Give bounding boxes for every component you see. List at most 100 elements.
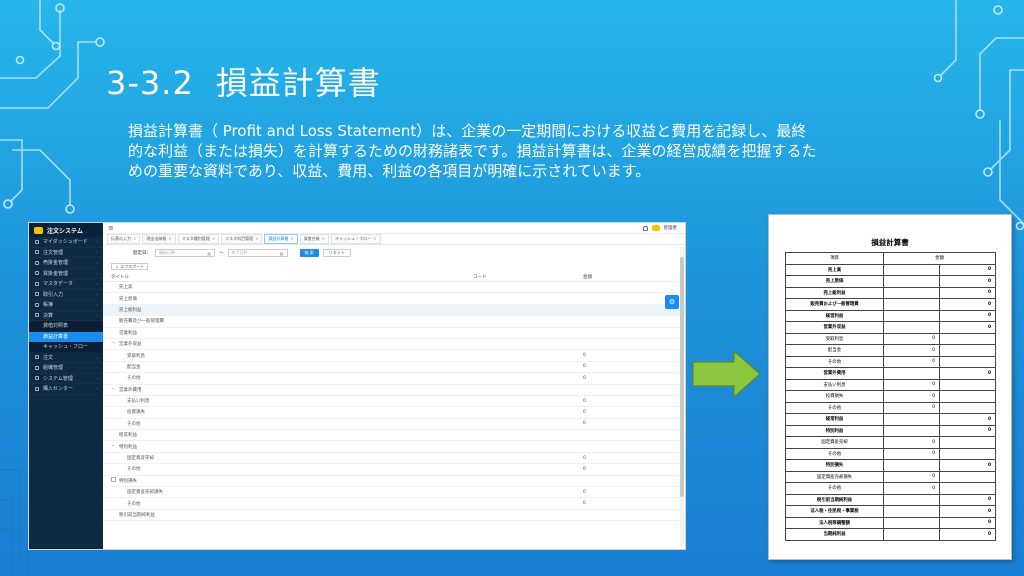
collapse-icon[interactable]: − <box>111 443 115 449</box>
table-row[interactable]: 固定資産売却損失 0 <box>103 487 685 499</box>
menu-icon <box>35 292 39 297</box>
checkbox[interactable] <box>111 476 116 482</box>
table-row[interactable]: 営業利益 <box>103 328 685 339</box>
close-icon[interactable]: × <box>133 236 136 241</box>
row-title: 特別損失 <box>119 478 137 484</box>
statement-total-amount <box>938 436 997 449</box>
table-row[interactable]: 投資損失 0 <box>103 407 685 419</box>
close-icon[interactable]: × <box>322 236 325 241</box>
sidebar-item[interactable]: 取引入力 › <box>29 290 103 301</box>
statement-row: 営業外収益 0 <box>785 321 997 334</box>
row-title-cell: − 特別利益 <box>103 443 473 450</box>
row-title-cell: 固定資産売却損失 <box>103 489 473 495</box>
tab-item[interactable]: キャッシュ・フロー × <box>331 234 381 244</box>
settings-fab[interactable]: ⚙ <box>665 295 679 309</box>
close-icon[interactable]: × <box>255 236 258 241</box>
close-icon[interactable]: × <box>168 236 171 241</box>
statement-row: 法人税・住民税・事業税 0 <box>785 505 997 518</box>
search-button[interactable]: 検 索 <box>299 249 319 257</box>
table-row[interactable]: 売上総利益 <box>103 304 685 317</box>
close-icon[interactable]: × <box>373 236 376 241</box>
statement-total-amount <box>938 355 997 368</box>
table-row[interactable]: その他 0 <box>103 498 685 510</box>
reset-button[interactable]: リセット <box>322 249 351 257</box>
statement-item-label: 支払い利息 <box>785 378 884 391</box>
sidebar-item[interactable]: 帳簿 › <box>29 300 103 311</box>
table-row[interactable]: 売上高 <box>103 282 685 294</box>
table-row[interactable]: 特別損失 <box>103 476 685 488</box>
row-title: 税引前当期純利益 <box>119 513 155 518</box>
collapse-icon[interactable]: − <box>111 340 115 346</box>
tab-item[interactable]: 伝票の入力 × <box>107 234 141 244</box>
tab-item[interactable]: マスタ種別管理 × <box>177 234 220 244</box>
avatar[interactable] <box>651 225 660 231</box>
statement-title: 損益計算書 <box>871 238 909 247</box>
table-row[interactable]: − 営業外収益 <box>103 339 685 351</box>
sidebar-item[interactable]: 注文管理 › <box>29 248 103 259</box>
statement-item-label: 経営利益 <box>785 309 884 322</box>
statement-total-amount <box>938 401 997 414</box>
end-date-placeholder: 終了日時 <box>231 250 248 255</box>
sidebar-item[interactable]: 購入センター › <box>29 384 103 395</box>
table-row[interactable]: 税引前当期純利益 <box>103 510 685 522</box>
column-amount[interactable]: 金額 <box>583 274 663 280</box>
table-row[interactable]: 経常利益 <box>103 430 685 442</box>
tab-item[interactable]: 損益計算書 × <box>264 234 298 244</box>
row-title-cell: 販売費及び一般管理費 <box>103 318 473 324</box>
hamburger-menu-icon[interactable]: ≡ <box>108 224 114 232</box>
table-row[interactable]: − 特別利益 <box>103 441 685 453</box>
row-title-cell: − 営業外収益 <box>103 340 473 347</box>
sidebar-item[interactable]: 組織管理 › <box>29 363 103 374</box>
statement-total-amount: 0 <box>938 493 997 506</box>
sidebar-item[interactable]: 注文 › <box>29 353 103 364</box>
statement-total-amount: 0 <box>938 321 997 334</box>
table-row[interactable]: 販売費及び一般管理費 <box>103 316 685 328</box>
statement-table: 項目 金額 売上高 0 売上原価 0 売上総利益 0 販売費および一般管理費 0 経営利益 0 営業… <box>785 252 997 541</box>
chevron-icon: › <box>96 302 98 308</box>
notification-icon[interactable] <box>642 225 648 231</box>
tab-item[interactable]: マスタ科目管理 × <box>221 234 263 244</box>
table-row[interactable]: 固定資産売却 0 <box>103 453 685 465</box>
sidebar-item[interactable]: 買掛金管理 › <box>29 269 103 280</box>
sidebar-item[interactable]: マスタデータ › <box>29 279 103 290</box>
sidebar-item[interactable]: マイダッシュボード › <box>29 237 103 248</box>
sidebar-item[interactable]: キャッシュ・フロー <box>29 342 103 353</box>
column-code[interactable]: コード <box>473 274 583 280</box>
statement-row: 受取利息 0 <box>785 332 997 345</box>
tab-item[interactable]: 現金出納帳 × <box>142 234 176 244</box>
collapse-icon[interactable]: − <box>111 386 115 392</box>
table-row[interactable]: 支払い利息 0 <box>103 396 685 408</box>
chevron-icon: › <box>96 375 98 381</box>
table-row[interactable]: その他 0 <box>103 419 685 431</box>
table-row[interactable]: その他 0 <box>103 464 685 476</box>
tab-item[interactable]: 資産台帳 × <box>299 234 330 244</box>
end-date-input[interactable]: 終了日時 ▦ <box>227 249 288 257</box>
table-row[interactable]: 受取利息 0 <box>103 350 685 362</box>
table-row[interactable]: 売上原価 <box>103 293 685 305</box>
export-row: ⇩ エクスポート <box>103 261 685 272</box>
app-logo[interactable]: 注文システム <box>29 223 103 237</box>
start-date-input[interactable]: 開始日時 ▦ <box>155 249 215 257</box>
chevron-icon: › <box>96 354 98 360</box>
column-title[interactable]: タイトル <box>103 274 473 280</box>
sidebar-item[interactable]: 売掛金管理 › <box>29 258 103 269</box>
sidebar-item[interactable]: 決算 › <box>29 311 103 322</box>
table-row[interactable]: − 営業外費用 <box>103 385 685 396</box>
sidebar-item[interactable]: システム管理 › <box>29 374 103 385</box>
user-name[interactable]: 管理者 <box>664 225 678 231</box>
statement-item-label: 法人税等調整額 <box>785 516 884 529</box>
sidebar-item-label: 取引入力 <box>43 291 64 298</box>
calendar-icon: ▦ <box>279 250 284 256</box>
scrollbar[interactable] <box>680 247 684 547</box>
close-icon[interactable]: × <box>290 236 293 241</box>
scrollbar-thumb[interactable] <box>680 257 684 497</box>
close-icon[interactable]: × <box>212 236 215 241</box>
export-button[interactable]: ⇩ エクスポート <box>111 263 149 270</box>
statement-total-amount <box>938 378 997 391</box>
sidebar-item-label: システム管理 <box>43 375 73 382</box>
sidebar-item[interactable]: 損益計算書 <box>29 331 103 342</box>
sidebar-item[interactable]: 貸借対照表 <box>29 321 103 332</box>
table-row[interactable]: 配当金 0 <box>103 362 685 374</box>
statement-row: 支払い利息 0 <box>785 378 997 391</box>
table-row[interactable]: その他 0 <box>103 373 685 385</box>
